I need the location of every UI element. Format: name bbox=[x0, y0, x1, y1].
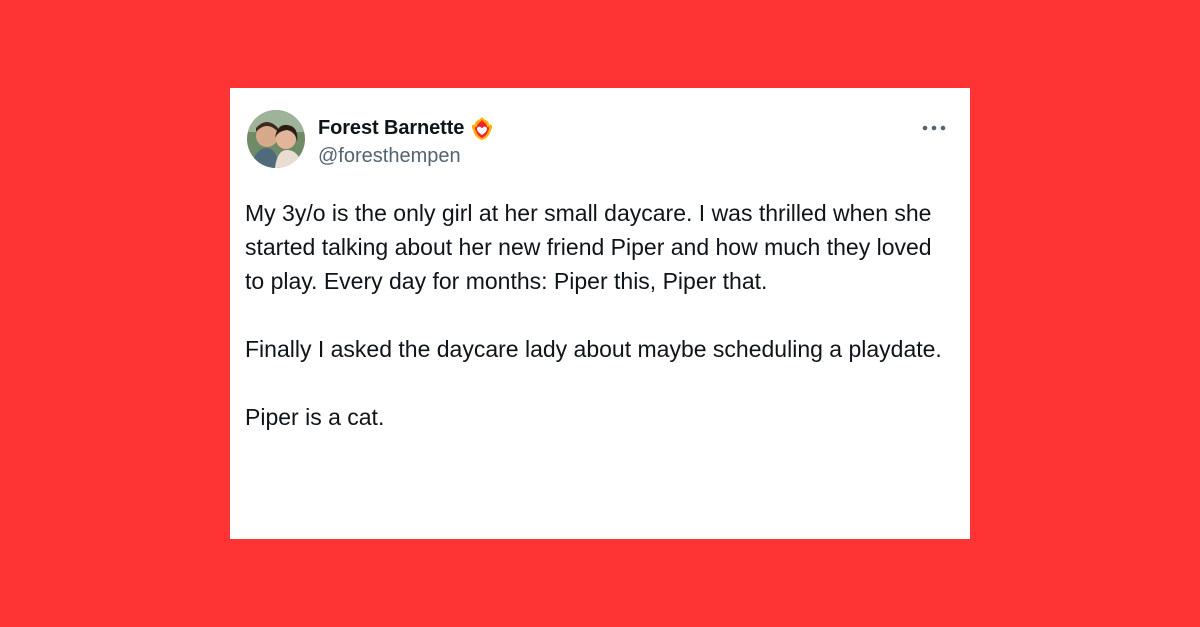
more-options-button[interactable] bbox=[917, 116, 951, 140]
author-name[interactable]: Forest Barnette bbox=[318, 117, 464, 140]
tweet-paragraph: Finally I asked the daycare lady about m… bbox=[245, 336, 942, 362]
tweet-paragraph: Piper is a cat. bbox=[245, 404, 385, 430]
author-name-row: Forest Barnette bbox=[318, 115, 495, 141]
tweet-text: My 3y/o is the only girl at her small da… bbox=[245, 196, 957, 434]
tweet-card: Forest Barnette @foresthempen My 3y/o is… bbox=[230, 88, 970, 539]
flaming-heart-icon bbox=[469, 115, 495, 141]
ellipsis-icon bbox=[922, 125, 946, 131]
author-handle[interactable]: @foresthempen bbox=[318, 145, 461, 168]
profile-photo-avatar bbox=[247, 110, 305, 168]
avatar[interactable] bbox=[247, 110, 305, 168]
tweet-paragraph: My 3y/o is the only girl at her small da… bbox=[245, 200, 932, 294]
